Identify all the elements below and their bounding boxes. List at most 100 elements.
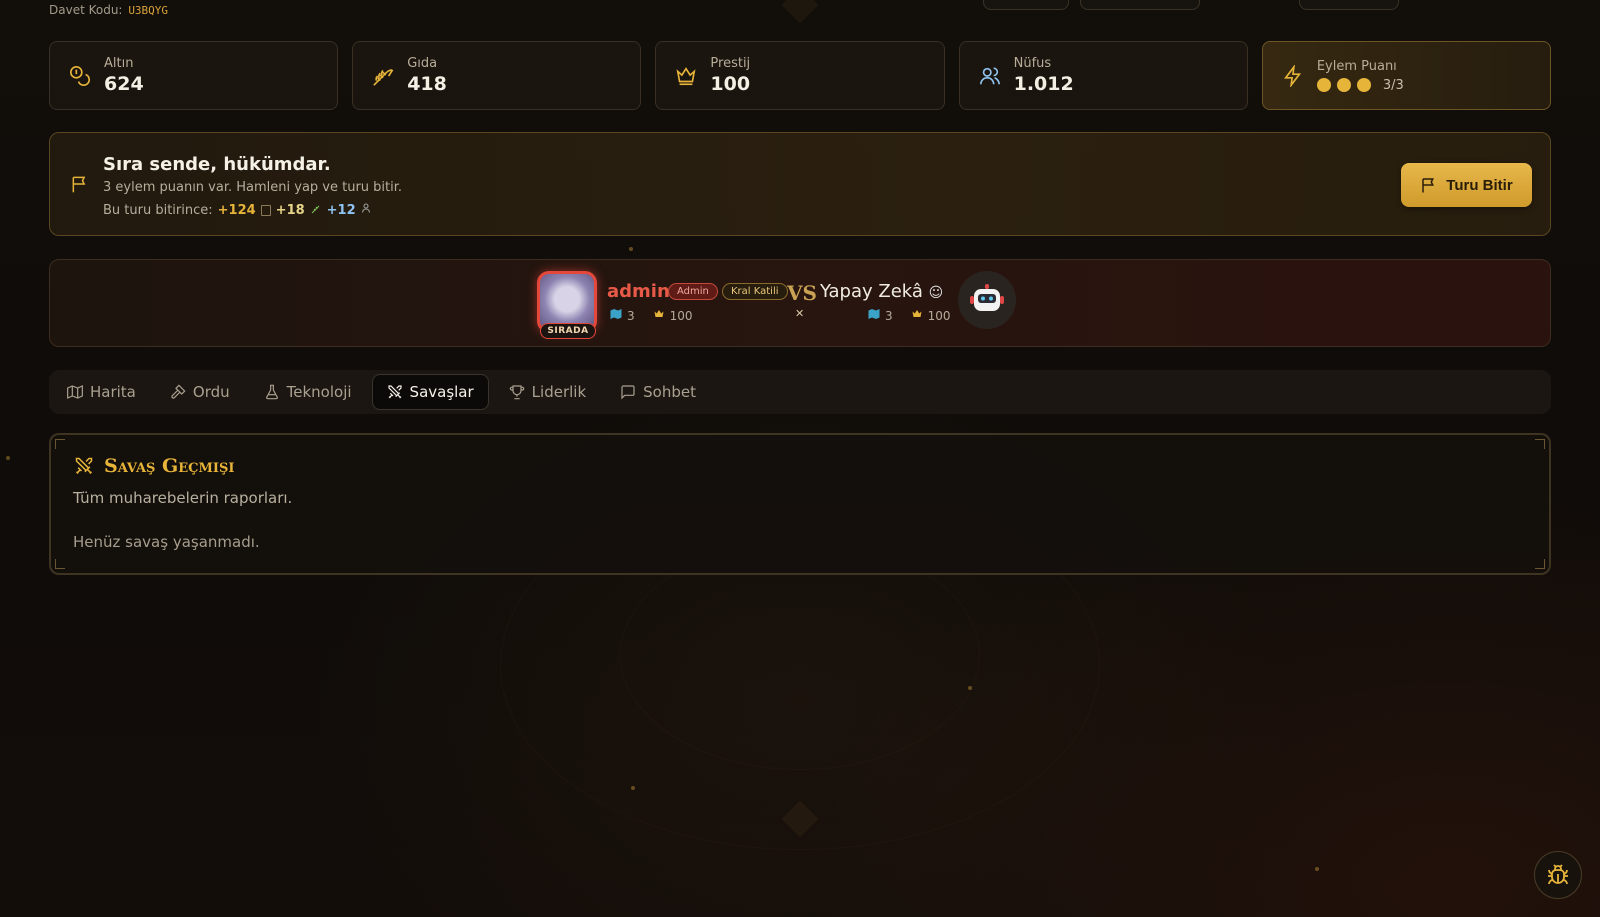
lightning-icon: [1281, 64, 1305, 88]
resource-bar: Altın 624 Gıda 418 Prestij 100 Nüfus 1.0…: [49, 41, 1552, 110]
swords-icon: [75, 457, 93, 475]
background-spark: [968, 686, 972, 690]
end-turn-label: Turu Bitir: [1446, 176, 1513, 194]
stat-population: Nüfus 1.012: [958, 41, 1248, 110]
action-point-dot: [1336, 78, 1351, 92]
frame-corner: [1535, 439, 1545, 449]
stat-label: Nüfus: [1013, 55, 1052, 71]
crown-icon: [674, 64, 698, 88]
stat-food: Gıda 418: [352, 41, 642, 110]
stat-value: 624: [104, 72, 144, 95]
map-icon: [67, 385, 83, 399]
flag-icon: [70, 173, 90, 199]
opponent-stats: 3 100: [868, 308, 951, 323]
background-diamond-top: [781, 0, 819, 24]
flag-icon: [1422, 178, 1435, 193]
tab-label: Sohbet: [643, 383, 696, 401]
map-icon: [610, 308, 622, 323]
background-spark: [6, 456, 10, 460]
stat-value: 1.012: [1013, 72, 1074, 95]
top-nav-button[interactable]: [983, 0, 1069, 10]
opponent-name: Yapay Zekâ ☺: [820, 281, 943, 302]
crown-icon: [653, 308, 665, 323]
turn-status-badge: SIRADA: [540, 323, 596, 339]
frame-corner: [55, 439, 65, 449]
turn-panel: Sıra sende, hükümdar. 3 eylem puanın var…: [49, 132, 1551, 236]
trophy-icon: [509, 385, 524, 400]
gold-gain: +124: [217, 202, 256, 218]
action-point-dots: 3/3: [1316, 77, 1404, 93]
tab-label: Harita: [90, 383, 136, 401]
background-spark: [629, 247, 633, 251]
tab-battles[interactable]: Savaşlar: [371, 374, 489, 410]
users-icon: [978, 64, 1002, 88]
turn-forecast: Bu turu bitirince: +124 +18 +12: [103, 202, 374, 218]
tab-map[interactable]: Harita: [53, 374, 150, 410]
top-nav-button[interactable]: [1080, 0, 1200, 10]
role-badge: Admin: [668, 283, 718, 300]
main-tabs: Harita Ordu Teknoloji Savaşlar Liderlik …: [49, 370, 1551, 414]
frame-corner: [1535, 559, 1545, 569]
stat-action-points: Eylem Puanı 3/3: [1261, 41, 1552, 110]
food-gain: +18: [275, 202, 305, 218]
background-spark: [631, 786, 635, 790]
robot-icon: ☺: [928, 285, 944, 301]
flask-icon: [265, 384, 278, 400]
background-spark: [1315, 867, 1319, 871]
stat-gold: Altın 624: [49, 41, 339, 110]
invite-label: Davet Kodu:: [49, 3, 123, 17]
invite-code-value[interactable]: U3BQYG: [128, 4, 168, 17]
battle-history-subtitle: Tüm muharebelerin raporları.: [73, 489, 293, 507]
tab-leaderboard[interactable]: Liderlik: [495, 374, 600, 410]
tab-technology[interactable]: Teknoloji: [250, 374, 366, 410]
title-badge: Kral Katili: [722, 283, 788, 300]
tab-army[interactable]: Ordu: [156, 374, 244, 410]
turn-subtitle: 3 eylem puanın var. Hamleni yap ve turu …: [103, 180, 403, 195]
player-stats: 3 100: [610, 308, 693, 323]
map-icon: [868, 308, 880, 323]
battle-history-panel: Savaş Geçmişi Tüm muharebelerin raporlar…: [49, 433, 1551, 575]
battle-history-title-text: Savaş Geçmişi: [104, 455, 235, 477]
wheat-icon: [310, 202, 322, 218]
bug-report-button[interactable]: [1534, 851, 1582, 899]
battle-history-title: Savaş Geçmişi: [74, 455, 234, 477]
end-turn-button[interactable]: Turu Bitir: [1401, 163, 1532, 207]
player-regions: 3: [627, 308, 635, 323]
tab-chat[interactable]: Sohbet: [606, 374, 710, 410]
wheat-icon: [371, 64, 395, 88]
action-point-count: 3/3: [1382, 77, 1404, 93]
tab-label: Liderlik: [531, 383, 587, 401]
action-point-dot: [1356, 78, 1371, 92]
tab-label: Teknoloji: [286, 383, 352, 401]
bug-icon: [1548, 864, 1568, 885]
hammer-icon: [171, 384, 186, 399]
opponent-name-text: Yapay Zekâ: [820, 281, 923, 302]
forecast-label: Bu turu bitirince:: [103, 202, 213, 218]
population-gain: +12: [326, 202, 356, 218]
frame-corner: [55, 559, 65, 569]
opponent-avatar[interactable]: [958, 271, 1016, 329]
stat-label: Gıda: [407, 55, 438, 71]
coins-icon: [68, 64, 92, 88]
player-prestige: 100: [669, 308, 693, 323]
users-icon: [361, 202, 374, 218]
opponent-regions: 3: [885, 308, 893, 323]
top-nav-button[interactable]: [1299, 0, 1399, 10]
stat-label: Altın: [104, 55, 134, 71]
turn-title: Sıra sende, hükümdar.: [103, 154, 331, 175]
robot-icon: [970, 284, 1004, 311]
chat-icon: [621, 385, 635, 400]
stat-value: 418: [407, 72, 447, 95]
coin-icon: [260, 204, 271, 216]
swords-icon: [387, 385, 402, 399]
versus-label: VS: [787, 281, 817, 305]
invite-code: Davet Kodu: U3BQYG: [49, 3, 168, 17]
opponent-prestige: 100: [927, 308, 951, 323]
tab-label: Ordu: [192, 383, 230, 401]
crown-icon: [911, 308, 923, 323]
player-name: admin: [607, 281, 670, 302]
action-point-dot: [1316, 78, 1331, 92]
battle-history-empty: Henüz savaş yaşanmadı.: [73, 533, 260, 551]
tab-label: Savaşlar: [409, 383, 474, 401]
stat-label: Prestij: [710, 55, 751, 71]
